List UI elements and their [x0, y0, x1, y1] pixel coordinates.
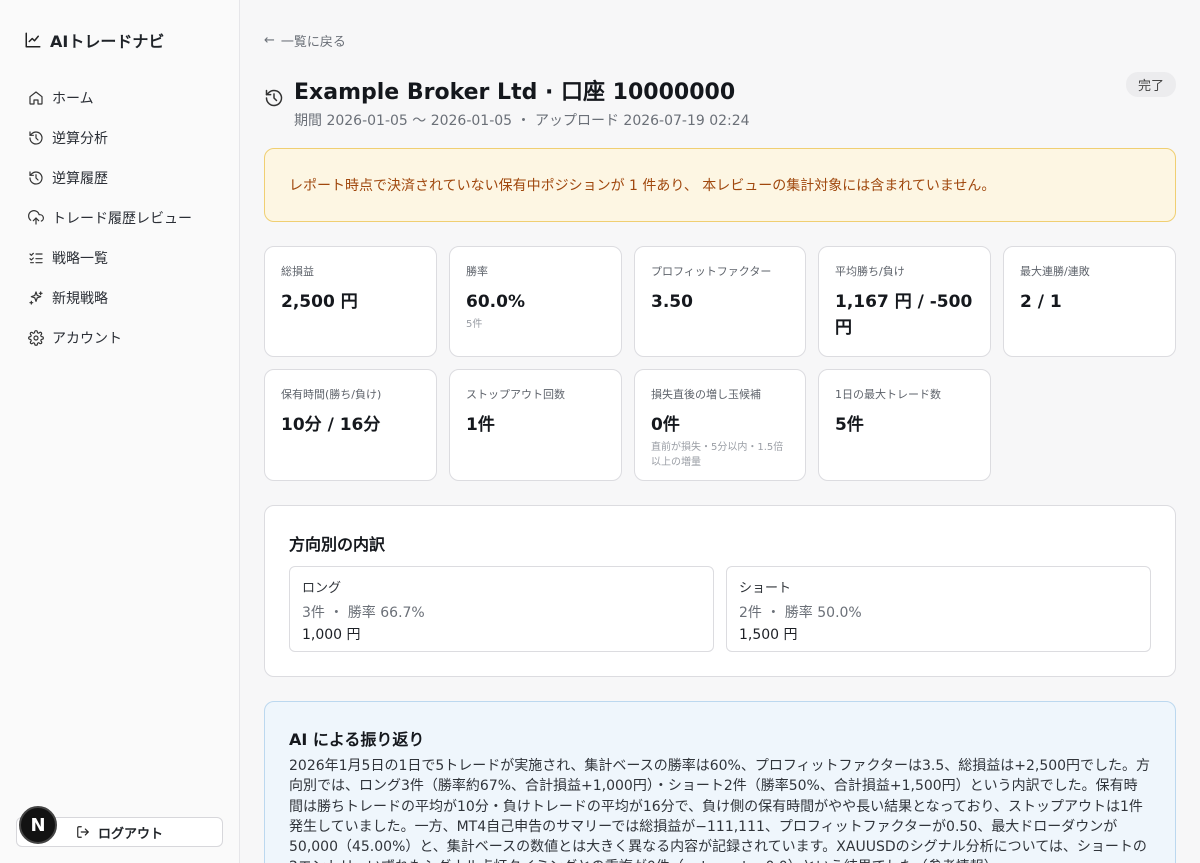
metric-label: 勝率 — [466, 265, 488, 278]
gear-icon — [28, 330, 44, 346]
sidebar-item-label: 逆算履歴 — [52, 171, 108, 187]
metric-label: 1日の最大トレード数 — [835, 388, 941, 401]
page-title: Example Broker Ltd · 口座 10000000 — [294, 80, 736, 105]
direction-label: ショート — [739, 581, 792, 596]
direction-pnl: 1,500 円 — [739, 627, 798, 643]
direction-short: ショート 2件 ・ 勝率 50.0% 1,500 円 — [726, 566, 1151, 652]
app-title: AIトレードナビ — [50, 32, 165, 51]
app-logo[interactable]: AIトレードナビ — [24, 28, 164, 52]
metric-value: 1件 — [466, 415, 495, 435]
sidebar-item-reverse-analysis[interactable]: 逆算分析 — [16, 118, 224, 158]
sidebar-nav: ホーム 逆算分析 逆算履歴 トレード履歴レビュー 戦略一覧 新規戦略 アカウント — [16, 78, 224, 358]
sidebar-item-account[interactable]: アカウント — [16, 318, 224, 358]
section-title: 方向別の内訳 — [289, 535, 386, 554]
metric-value: 10分 / 16分 — [281, 415, 381, 435]
home-icon — [29, 91, 43, 105]
direction-stats: 2件 ・ 勝率 50.0% — [739, 605, 862, 621]
sidebar-item-label: 新規戦略 — [52, 291, 108, 307]
metric-value: 2,500 円 — [281, 292, 358, 312]
metric-card-streaks: 最大連勝/連敗 2 / 1 — [1003, 246, 1176, 357]
history-icon — [265, 89, 283, 107]
metric-value: 3.50 — [651, 292, 693, 312]
main-content: ← 一覧に戻る Example Broker Ltd · 口座 10000000… — [240, 0, 1200, 863]
metric-value: 0件 — [651, 415, 680, 435]
sidebar-item-home[interactable]: ホーム — [16, 78, 224, 118]
direction-pnl: 1,000 円 — [302, 627, 361, 643]
metric-card-total-pnl: 総損益 2,500 円 — [264, 246, 437, 357]
logout-label: ログアウト — [97, 826, 163, 842]
metric-label: 最大連勝/連敗 — [1020, 265, 1090, 278]
metric-label: 損失直後の増し玉候補 — [651, 388, 761, 401]
section-title: AI による振り返り — [289, 730, 425, 749]
direction-label: ロング — [302, 581, 342, 596]
metric-value: 5件 — [835, 415, 864, 435]
sidebar-item-strategies[interactable]: 戦略一覧 — [16, 238, 224, 278]
back-label: 一覧に戻る — [280, 35, 346, 50]
ai-review-text: 2026年1月5日の1日で5トレードが実施され、集計ベースの勝率は60%、プロフ… — [289, 758, 1151, 863]
alert-text: レポート時点で決済されていない保有中ポジションが 1 件あり、 本レビューの集計… — [289, 178, 996, 194]
direction-long: ロング 3件 ・ 勝率 66.7% 1,000 円 — [289, 566, 714, 652]
sidebar-item-label: 逆算分析 — [52, 131, 108, 147]
metric-value: 2 / 1 — [1020, 292, 1062, 312]
metric-card-max-daily-trades: 1日の最大トレード数 5件 — [818, 369, 991, 481]
avatar[interactable]: N — [19, 806, 57, 844]
sidebar-item-label: アカウント — [52, 331, 122, 347]
status-badge: 完了 — [1125, 72, 1176, 97]
metric-label: 平均勝ち/負け — [835, 265, 905, 278]
sidebar-item-label: ホーム — [52, 91, 94, 107]
sidebar-item-label: 戦略一覧 — [52, 251, 108, 267]
list-checks-icon — [29, 252, 43, 264]
history-icon — [29, 171, 43, 185]
sidebar-item-label: トレード履歴レビュー — [52, 211, 192, 227]
arrow-left-icon: ← — [264, 33, 275, 48]
metric-label: 総損益 — [281, 265, 314, 278]
history-icon — [29, 131, 43, 145]
metric-card-win-rate: 勝率 60.0% 5件 — [449, 246, 622, 357]
metric-card-holding-time: 保有時間(勝ち/負け) 10分 / 16分 — [264, 369, 437, 481]
sidebar-item-reverse-history[interactable]: 逆算履歴 — [16, 158, 224, 198]
metric-note: 直前が損失・5分以内・1.5倍以上の増量 — [651, 442, 784, 469]
metric-card-profit-factor: プロフィットファクター 3.50 — [634, 246, 806, 357]
open-position-alert: レポート時点で決済されていない保有中ポジションが 1 件あり、 本レビューの集計… — [264, 148, 1176, 222]
upload-cloud-icon — [28, 210, 44, 225]
metric-label: ストップアウト回数 — [466, 388, 565, 401]
sidebar-item-new-strategy[interactable]: 新規戦略 — [16, 278, 224, 318]
metric-value: 60.0% — [466, 292, 525, 312]
metric-card-revenge-adds: 損失直後の増し玉候補 0件 直前が損失・5分以内・1.5倍以上の増量 — [634, 369, 806, 481]
sidebar-item-trade-review[interactable]: トレード履歴レビュー — [16, 198, 224, 238]
metric-value: 1,167 円 / -500 円 — [835, 292, 973, 339]
ai-review: AI による振り返り 2026年1月5日の1日で5トレードが実施され、集計ベース… — [264, 701, 1176, 863]
page-header: Example Broker Ltd · 口座 10000000 期間 2026… — [264, 74, 750, 130]
metric-label: 保有時間(勝ち/負け) — [281, 388, 382, 401]
logout-icon — [77, 826, 89, 838]
direction-breakdown: 方向別の内訳 ロング 3件 ・ 勝率 66.7% 1,000 円 ショート 2件… — [264, 505, 1176, 677]
metric-label: プロフィットファクター — [651, 265, 772, 278]
metric-card-stopouts: ストップアウト回数 1件 — [449, 369, 622, 481]
page-subtitle: 期間 2026-01-05 〜 2026-01-05 ・ アップロード 2026… — [294, 113, 750, 129]
sidebar: AIトレードナビ ホーム 逆算分析 逆算履歴 トレード履歴レビュー 戦略一覧 新… — [0, 0, 240, 863]
metric-card-avg-win-loss: 平均勝ち/負け 1,167 円 / -500 円 — [818, 246, 991, 357]
back-link[interactable]: ← 一覧に戻る — [264, 31, 346, 50]
sparkles-icon — [29, 291, 43, 305]
direction-stats: 3件 ・ 勝率 66.7% — [302, 605, 425, 621]
chart-line-icon — [25, 32, 41, 48]
metric-note: 5件 — [466, 319, 483, 331]
